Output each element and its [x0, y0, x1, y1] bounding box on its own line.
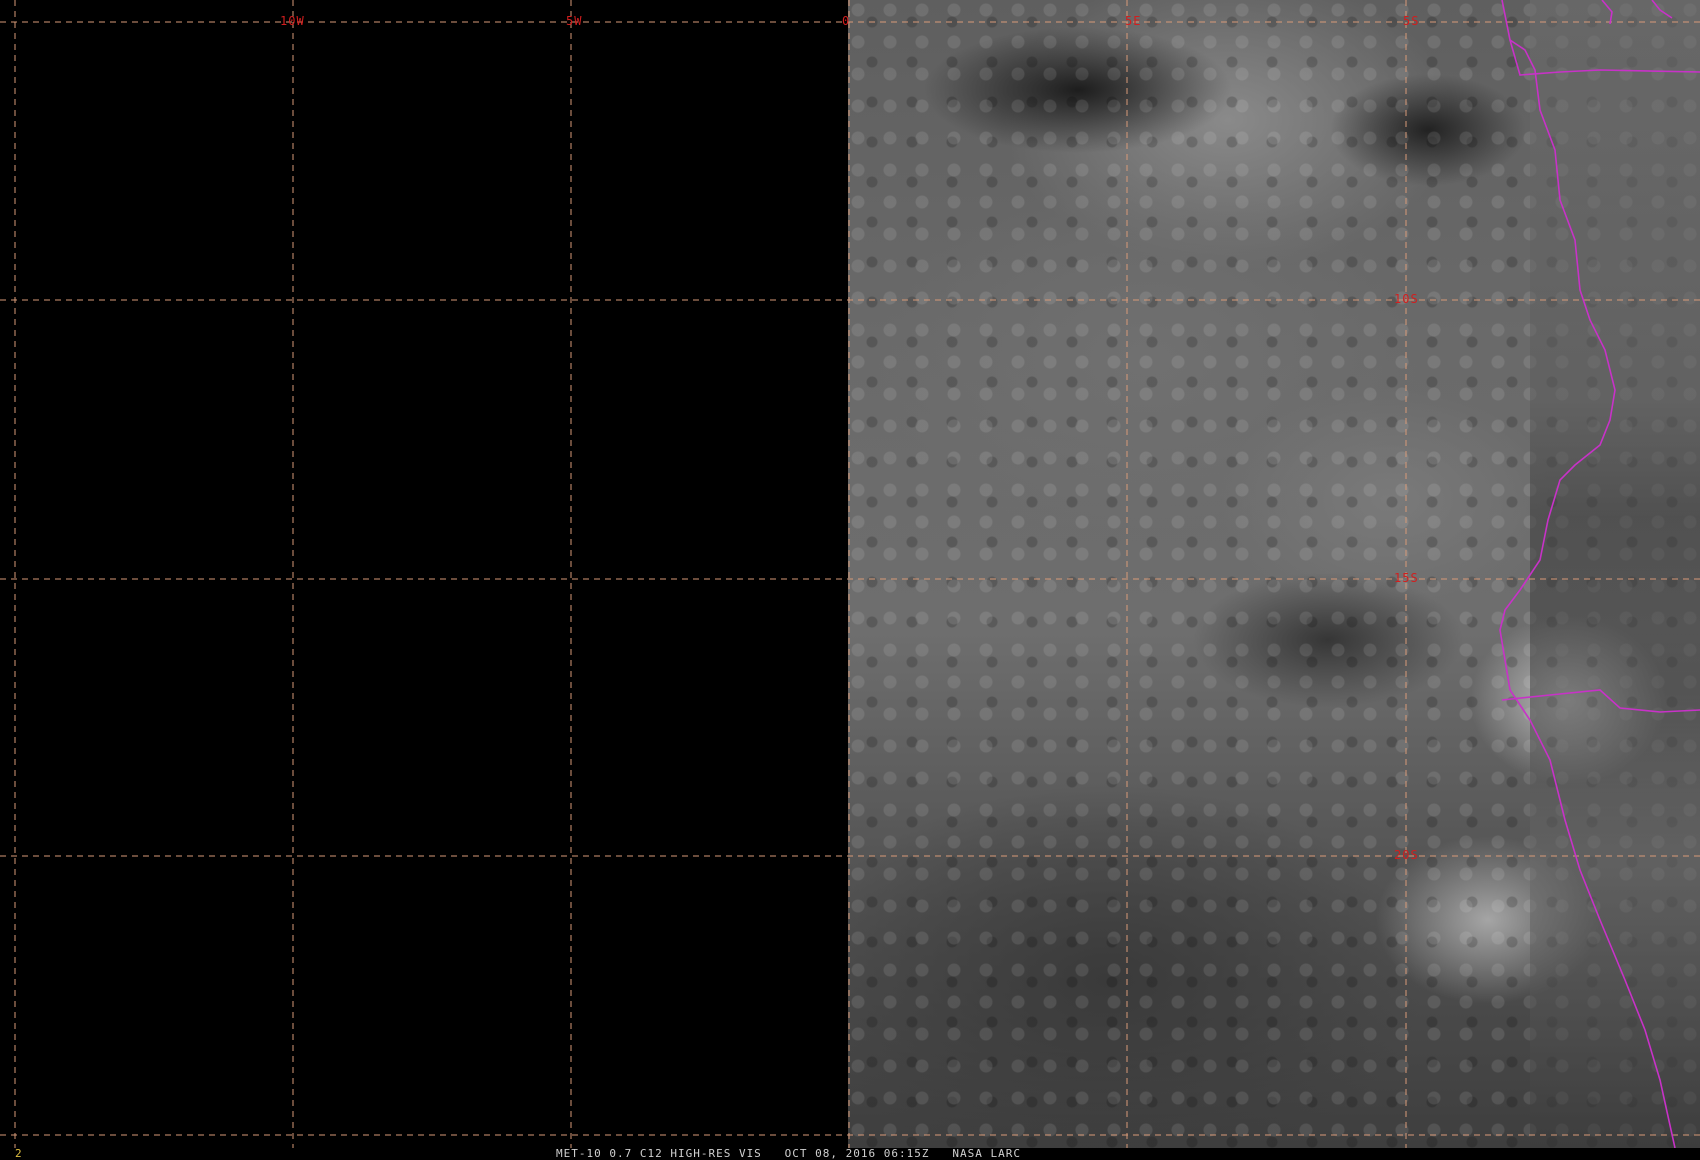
latitude-label-20s: 20S — [1394, 848, 1419, 862]
latitude-label-15s: 15S — [1394, 571, 1419, 585]
latitude-label-10s: 10S — [1394, 292, 1419, 306]
border-line — [1651, 0, 1673, 19]
longitude-label-5e: 5E — [1125, 14, 1142, 28]
coastline — [1499, 0, 1676, 1148]
border-line — [1601, 0, 1613, 25]
longitude-label-10w: 10W — [280, 14, 305, 28]
border-line — [1509, 39, 1700, 76]
frame-number: 2 — [15, 1147, 23, 1160]
longitude-label-0: 0 — [842, 14, 851, 28]
image-caption: MET-10 0.7 C12 HIGH-RES VIS OCT 08, 2016… — [556, 1147, 1021, 1160]
satellite-image-viewer: 10W 5W 0 5E 5S 10S 15S 20S 2 MET-10 0.7 … — [0, 0, 1700, 1160]
status-bar: 2 MET-10 0.7 C12 HIGH-RES VIS OCT 08, 20… — [0, 1148, 1700, 1160]
border-line — [1501, 689, 1700, 713]
map-overlay — [0, 0, 1700, 1148]
longitude-label-5w: 5W — [566, 14, 583, 28]
latitude-label-5s: 5S — [1403, 14, 1420, 28]
